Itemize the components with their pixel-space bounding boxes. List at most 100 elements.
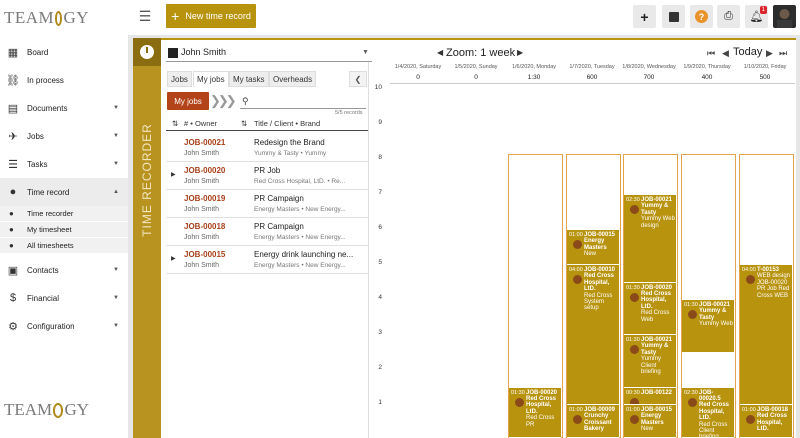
- first-page-icon[interactable]: ⏮: [707, 48, 715, 59]
- prev-icon[interactable]: ◀: [722, 48, 729, 59]
- day-header: 1/7/2020, Tuesday: [569, 64, 615, 70]
- sidebar-subitem-label: Time recorder: [27, 209, 74, 218]
- my-jobs-filter[interactable]: My jobs: [167, 92, 209, 110]
- time-entry-title: JOB-00021 Yummy & Tasty Yummy Client brie…: [641, 337, 675, 375]
- sidebar-item-label: Configuration: [27, 321, 75, 331]
- search-input[interactable]: [240, 108, 366, 109]
- time-entry-job: T-00153: [757, 267, 780, 273]
- time-entry-job: JOB-00020 Red Cross Hospital, LtD.: [641, 284, 673, 310]
- caret-down-icon: ▼: [113, 323, 119, 329]
- table-row[interactable]: JOB-00019 John Smith PR Campaign Energy Mas…: [166, 190, 368, 218]
- sidebar-item-configuration[interactable]: ⚙︎ Configuration ▼: [0, 312, 128, 340]
- app-logo[interactable]: TEAM GY: [4, 4, 89, 31]
- sidebar-item-label: Documents: [27, 103, 68, 113]
- time-entry[interactable]: 01:00 JOB-00015 Energy Masters New: [624, 405, 676, 438]
- sidebar-subitem-my-timesheet[interactable]: ● My timesheet: [0, 222, 128, 237]
- time-entry-job: JOB-00020.5 Red Cross Hospital, LtD.: [699, 389, 730, 422]
- notes-button[interactable]: [662, 5, 685, 28]
- time-entry[interactable]: 01:30 JOB-00021 Yummy & Tasty Yummy Client…: [624, 335, 676, 388]
- avatar[interactable]: [773, 5, 796, 28]
- tab-my-tasks[interactable]: My tasks: [229, 71, 269, 87]
- calendar-header-line: [390, 83, 795, 84]
- job-number[interactable]: JOB-00021: [184, 138, 225, 147]
- time-entry-duration: 02:30: [684, 389, 698, 396]
- last-page-icon[interactable]: ⏭: [779, 48, 787, 59]
- time-entry[interactable]: 02:30 JOB-00021 Yummy & Tasty Yummy Web de…: [624, 195, 676, 283]
- job-owner: John Smith: [184, 234, 220, 241]
- avatar-image: [777, 9, 792, 28]
- job-number[interactable]: JOB-00019: [184, 194, 225, 203]
- time-entry[interactable]: 04:00 T-00153 WEB design JOB-00020 PR Job …: [740, 265, 792, 405]
- table-row[interactable]: ▶ JOB-00015 John Smith Energy drink launchi…: [166, 246, 368, 274]
- time-entry-duration: 04:00: [569, 267, 583, 273]
- sidebar-item-label: Contacts: [27, 265, 59, 275]
- sidebar-item-financial[interactable]: $ Financial ▼: [0, 284, 128, 312]
- sidebar-item-time-record[interactable]: ● Time record ▲: [0, 178, 128, 206]
- clock-icon: [573, 240, 582, 249]
- column-header-title[interactable]: Title / Client • Brand: [254, 119, 320, 128]
- job-client: Energy Masters • New Energy...: [254, 262, 346, 269]
- time-entry[interactable]: 01:30 JOB-00020 Red Cross Hospital, LtD. R…: [509, 387, 561, 438]
- table-row[interactable]: JOB-00021 John Smith Redesign the Brand Yum…: [166, 134, 368, 162]
- expand-icon[interactable]: ▶: [171, 171, 176, 178]
- table-row[interactable]: ▶ JOB-00020 John Smith PR Job Red Cross Hosp…: [166, 162, 368, 190]
- job-title: Redesign the Brand: [254, 138, 325, 147]
- help-button[interactable]: ?: [690, 5, 713, 28]
- time-entry-detail: Yummy Web design: [641, 216, 675, 229]
- job-number[interactable]: JOB-00015: [184, 250, 225, 259]
- collapse-panel-button[interactable]: ❮: [349, 71, 367, 87]
- job-number[interactable]: JOB-00020: [184, 166, 225, 175]
- sidebar-subitem-all-timesheets[interactable]: ● All timesheets: [0, 238, 128, 253]
- rocket-icon: ✈︎: [8, 130, 18, 143]
- new-time-record-button[interactable]: + New time record: [166, 4, 256, 28]
- sort-icon[interactable]: ⇅: [172, 119, 178, 128]
- document-icon: ▤: [7, 102, 19, 115]
- next-icon[interactable]: ▶: [766, 48, 773, 59]
- time-entry-job: JOB-00122: [641, 389, 673, 396]
- sidebar-item-jobs[interactable]: ✈︎ Jobs ▼: [0, 122, 128, 150]
- time-entry[interactable]: 01:00 JOB-00015 Energy Masters New: [567, 230, 619, 265]
- time-entry-detail: Yummy Client briefing: [641, 356, 662, 376]
- clock-icon[interactable]: [133, 38, 161, 66]
- job-title: PR Campaign: [254, 194, 304, 203]
- caret-down-icon: ▼: [113, 295, 119, 301]
- time-entry-detail: New: [641, 426, 654, 433]
- time-entry[interactable]: 01:30 JOB-00020 Red Cross Hospital, LtD. R…: [624, 282, 676, 335]
- sidebar-subitem-time-recorder[interactable]: ● Time recorder: [0, 206, 128, 221]
- time-entry[interactable]: 04:00 JOB-00010 Red Cross Hospital, LtD. R…: [567, 265, 619, 405]
- column-header-number[interactable]: # • Owner: [184, 119, 217, 128]
- time-entry[interactable]: 01:00 JOB-00009 Crunchy Croissant Bakery: [567, 405, 619, 438]
- zoom-prev-icon[interactable]: ◀: [437, 48, 443, 57]
- sidebar-item-contacts[interactable]: ▣ Contacts ▼: [0, 256, 128, 284]
- sidebar-item-in-process[interactable]: ⛓︎ In process: [0, 66, 128, 94]
- tab-my-jobs[interactable]: My jobs: [193, 71, 229, 87]
- time-entry-title: JOB-00009 Crunchy Croissant Bakery: [584, 407, 618, 433]
- notifications-button[interactable]: 🔔︎ 1: [745, 5, 768, 28]
- job-client: Energy Masters • New Energy...: [254, 206, 346, 213]
- sort-icon[interactable]: ⇅: [241, 119, 247, 128]
- time-entry[interactable]: 01:00 JOB-00018 Red Cross Hospital, LtD.: [740, 405, 792, 438]
- expand-icon[interactable]: ▶: [171, 255, 176, 262]
- zoom-next-icon[interactable]: ▶: [517, 48, 523, 57]
- sidebar-item-documents[interactable]: ▤ Documents ▼: [0, 94, 128, 122]
- time-entry[interactable]: 01:30 JOB-00021 Yummy & Tasty Yummy Web: [682, 300, 734, 353]
- caret-down-icon: ▼: [113, 161, 119, 167]
- add-button[interactable]: +: [633, 5, 656, 28]
- time-entry-title: JOB-00015 Energy Masters New: [584, 232, 618, 258]
- tab-jobs[interactable]: Jobs: [167, 71, 192, 87]
- job-number[interactable]: JOB-00018: [184, 222, 225, 231]
- sidebar-item-tasks[interactable]: ☰ Tasks ▼: [0, 150, 128, 178]
- time-entry[interactable]: 00:30 JOB-00122: [624, 387, 676, 405]
- today-button[interactable]: Today: [733, 46, 762, 58]
- table-row[interactable]: JOB-00018 John Smith PR Campaign Energy Mas…: [166, 218, 368, 246]
- tab-overheads[interactable]: Overheads: [269, 71, 317, 87]
- time-entry[interactable]: 02:30 JOB-00020.5 Red Cross Hospital, LtD…: [682, 387, 734, 438]
- print-button[interactable]: ⎙: [717, 5, 740, 28]
- search-icon[interactable]: ⚲: [242, 96, 249, 107]
- menu-icon[interactable]: ☰: [138, 9, 152, 23]
- clock-icon: ●: [9, 241, 14, 250]
- hour-label: 10: [374, 84, 382, 91]
- chevron-left-icon: ❮: [354, 74, 362, 84]
- sidebar-item-board[interactable]: ▦ Board: [0, 38, 128, 66]
- caret-down-icon[interactable]: ▼: [362, 49, 369, 56]
